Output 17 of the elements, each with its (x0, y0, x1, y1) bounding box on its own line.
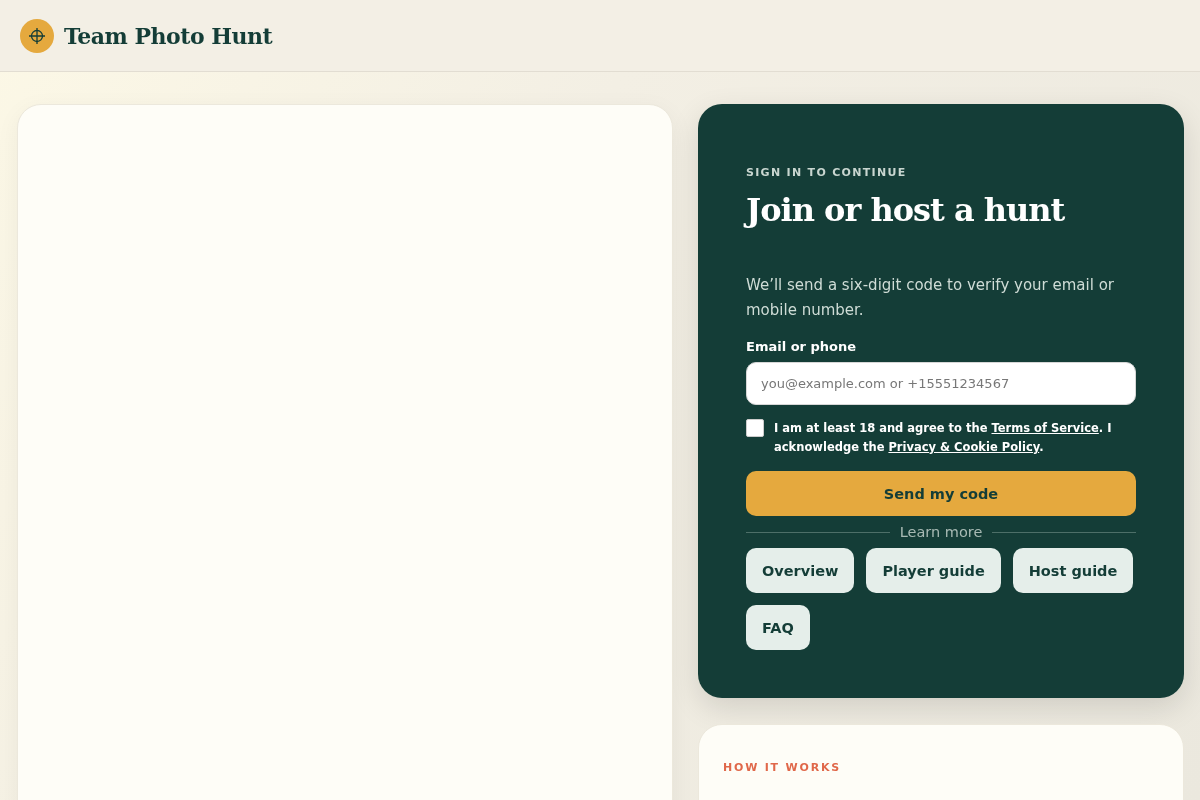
consent-text: I am at least 18 and agree to the Terms of Service. I acknowledge the Privacy & Cookie Policy. (774, 420, 1113, 456)
policy-link[interactable]: Terms of Service (991, 421, 1099, 435)
crosshair-logo-icon (20, 18, 54, 53)
divider-label: Learn more (899, 524, 983, 540)
guide-link-button[interactable]: Player guide (866, 548, 1001, 593)
email-phone-field[interactable]: you@example.com or +15551234567 (746, 362, 1136, 405)
guide-link-button[interactable]: FAQ (746, 605, 810, 650)
field-label: Email or phone (746, 339, 858, 354)
description-text: We’ll send a six-digit code to verify your email or mobile number. (746, 275, 1115, 321)
guide-link-button[interactable]: Overview (746, 548, 855, 593)
policy-link[interactable]: Privacy & Cookie Policy (888, 440, 1040, 454)
guide-link-button[interactable]: Host guide (1012, 548, 1134, 593)
brand-title: Team Photo Hunt (64, 22, 273, 49)
consent-checkbox[interactable] (746, 419, 764, 437)
section-eyebrow: SIGN IN TO CONTINUE (746, 166, 908, 179)
send-code-button[interactable]: Send my code (746, 471, 1136, 516)
section-eyebrow: HOW IT WORKS (723, 761, 842, 774)
